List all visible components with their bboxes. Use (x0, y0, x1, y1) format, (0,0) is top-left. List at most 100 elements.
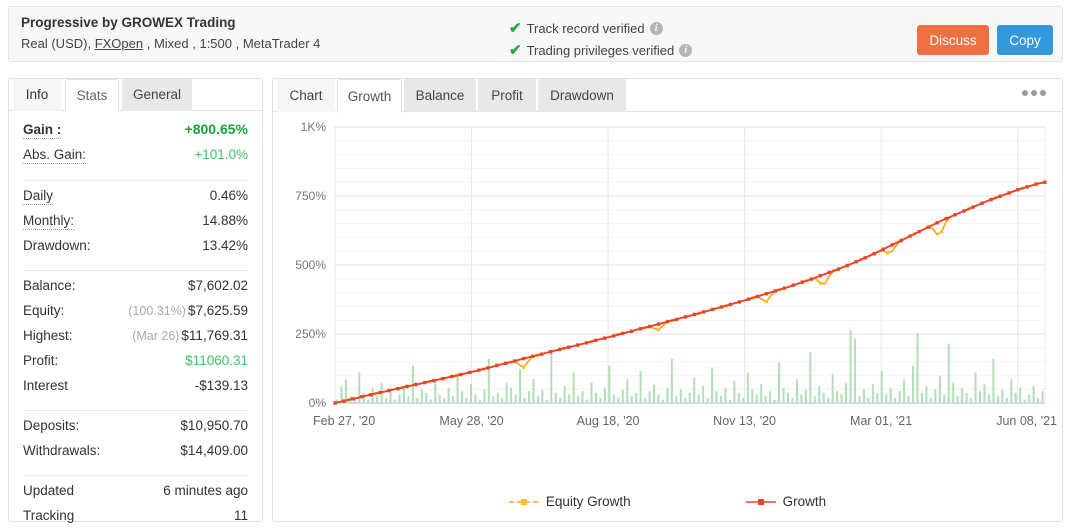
stat-value: +800.65% (184, 121, 248, 137)
tab-growth[interactable]: Growth (337, 79, 402, 113)
tab-profit[interactable]: Profit (478, 79, 536, 112)
broker-link[interactable]: FXOpen (95, 36, 143, 51)
profile-page: Progressive by GROWEX Trading Real (USD)… (0, 0, 1071, 530)
stat-label: Withdrawals: (23, 443, 101, 458)
divider (23, 270, 248, 271)
stat-value: (Mar 26) $11,769.31 (132, 328, 248, 343)
stat-label: Equity: (23, 303, 65, 318)
stat-value: $14,409.00 (180, 443, 248, 458)
divider (23, 180, 248, 181)
chart-tabs: Chart Growth Balance Profit Drawdown (273, 79, 1062, 113)
svg-text:1K%: 1K% (301, 120, 327, 134)
tab-drawdown[interactable]: Drawdown (538, 79, 626, 112)
svg-text:750%: 750% (295, 189, 326, 203)
account-title: Progressive by GROWEX Trading (21, 15, 236, 30)
stat-row-deposits: Deposits: $10,950.70 (9, 418, 262, 443)
stat-row-abs-gain: Abs. Gain: +101.0% (9, 147, 262, 173)
stat-label: Drawdown: (23, 238, 91, 253)
svg-text:Nov 13, '20: Nov 13, '20 (713, 414, 776, 428)
tab-balance[interactable]: Balance (404, 79, 476, 112)
stats-group-funding: Deposits: $10,950.70 Withdrawals: $14,40… (9, 418, 262, 468)
stat-label: Deposits: (23, 418, 80, 433)
account-header: Progressive by GROWEX Trading Real (USD)… (8, 6, 1063, 62)
stat-label[interactable]: Monthly: (23, 213, 75, 230)
stat-value: $11060.31 (185, 353, 248, 368)
tab-stats[interactable]: Stats (65, 79, 119, 112)
stat-label[interactable]: Gain : (23, 122, 62, 139)
verification-label: Trading privileges verified (526, 42, 675, 58)
check-icon: ✔ (509, 41, 522, 59)
stat-row-profit: Profit: $11060.31 (9, 353, 262, 378)
stats-list: Gain : +800.65% Abs. Gain: +101.0% Daily… (9, 112, 262, 530)
copy-button[interactable]: Copy (997, 25, 1053, 55)
stat-subvalue: (100.31%) (128, 304, 186, 318)
legend-marker-equity (508, 498, 539, 505)
sidebar-tabs: Info Stats General (9, 79, 262, 112)
stat-row-balance: Balance: $7,602.02 (9, 278, 262, 303)
stat-value: (100.31%) $7,625.59 (128, 303, 248, 318)
tab-general[interactable]: General (122, 79, 192, 111)
growth-chart: 0% 250% 500% 750% 1K% Feb 27, '20 May 28, '20 A… (273, 113, 1062, 523)
svg-text:Feb 27, '20: Feb 27, '20 (313, 414, 375, 428)
svg-text:Aug 18, '20: Aug 18, '20 (577, 414, 640, 428)
stat-row-daily: Daily 0.46% (9, 188, 262, 213)
ellipsis-icon[interactable] (1022, 90, 1048, 98)
svg-text:May 28, '20: May 28, '20 (439, 414, 503, 428)
stat-value: 13.42% (202, 238, 248, 253)
svg-text:Jun 08, '21: Jun 08, '21 (996, 414, 1057, 428)
stats-panel: Info Stats General Gain : +800.65% Abs. … (8, 78, 263, 523)
stat-row-updated: Updated 6 minutes ago (9, 483, 262, 508)
stat-label[interactable]: Daily (23, 188, 54, 205)
divider (23, 410, 248, 411)
account-type: Real (USD), (21, 36, 95, 51)
stat-label: Updated (23, 483, 75, 498)
account-meta: Real (USD), FXOpen , Mixed , 1:500 , Met… (21, 36, 320, 51)
stats-group-performance: Daily 0.46% Monthly: 14.88% Drawdown: 13… (9, 188, 262, 263)
check-icon: ✔ (509, 19, 522, 37)
stat-row-gain: Gain : +800.65% (9, 121, 262, 147)
info-icon[interactable]: i (649, 21, 663, 35)
tab-chart[interactable]: Chart (277, 79, 335, 112)
chart-legend: Equity Growth Growth (273, 494, 1062, 509)
chart-panel: Chart Growth Balance Profit Drawdown 0% 2… (272, 78, 1063, 522)
stat-label: Balance: (23, 278, 76, 293)
stats-group-meta: Updated 6 minutes ago Tracking 11 (9, 483, 262, 530)
stat-label[interactable]: Abs. Gain: (23, 147, 87, 164)
stat-label: Tracking (23, 508, 75, 523)
divider (23, 475, 248, 476)
chart-svg: 0% 250% 500% 750% 1K% Feb 27, '20 May 28, '20 A… (295, 120, 1057, 428)
verification-track-record: ✔ Track record verified i (509, 18, 692, 38)
stat-label: Highest: (23, 328, 73, 343)
stat-row-withdrawals: Withdrawals: $14,409.00 (9, 443, 262, 468)
stat-row-highest: Highest: (Mar 26) $11,769.31 (9, 328, 262, 353)
svg-text:250%: 250% (295, 327, 326, 341)
stat-label: Interest (23, 378, 69, 393)
stats-group-gain: Gain : +800.65% Abs. Gain: +101.0% (9, 121, 262, 173)
legend-label: Growth (782, 494, 827, 509)
svg-text:0%: 0% (309, 396, 327, 410)
stat-value: -$139.13 (194, 378, 248, 393)
legend-marker-growth (745, 498, 776, 505)
tab-info[interactable]: Info (13, 79, 61, 111)
stat-value: 14.88% (202, 213, 248, 228)
stat-value: $7,602.02 (187, 278, 248, 293)
legend-item-equity-growth[interactable]: Equity Growth (508, 494, 631, 509)
stat-row-drawdown: Drawdown: 13.42% (9, 238, 262, 263)
stat-subvalue: (Mar 26) (132, 329, 180, 343)
stat-value: $10,950.70 (180, 418, 248, 433)
stat-value: 0.46% (209, 188, 248, 203)
info-icon[interactable]: i (679, 43, 693, 57)
verification-label: Track record verified (526, 20, 645, 36)
verification-trading-privileges: ✔ Trading privileges verified i (509, 40, 693, 60)
svg-text:500%: 500% (295, 258, 326, 272)
stats-group-account: Balance: $7,602.02 Equity: (100.31%) $7,6… (9, 278, 262, 403)
verification-list: ✔ Track record verified i ✔ Trading priv… (509, 18, 693, 62)
svg-text:Mar 01, '21: Mar 01, '21 (850, 414, 912, 428)
stat-row-tracking: Tracking 11 (9, 508, 262, 530)
stat-label: Profit: (23, 353, 59, 368)
stat-value: +101.0% (194, 147, 248, 162)
discuss-button[interactable]: Discuss (917, 25, 989, 55)
legend-item-growth[interactable]: Growth (745, 494, 827, 509)
stat-value: 11 (233, 508, 248, 523)
stat-row-interest: Interest -$139.13 (9, 378, 262, 403)
